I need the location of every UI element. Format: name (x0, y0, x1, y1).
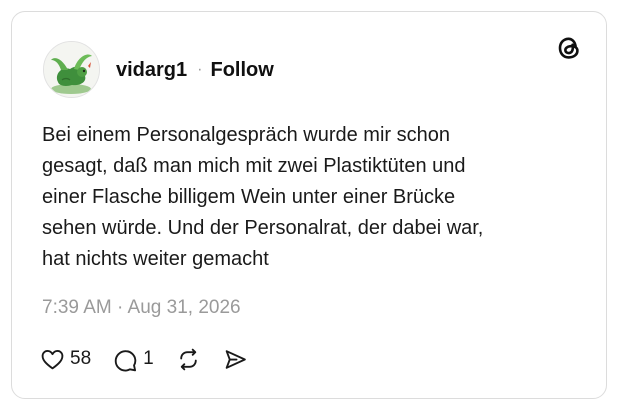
like-count: 58 (70, 348, 92, 369)
send-icon (225, 349, 246, 369)
reply-button[interactable]: 1 (113, 347, 154, 372)
post-text: Bei einem Personalgespräch wurde mir sch… (42, 124, 484, 270)
heart-icon (41, 349, 64, 369)
comment-bubble-icon (114, 349, 137, 371)
header-separator: · (197, 61, 203, 78)
threads-logo-icon[interactable] (555, 34, 583, 62)
share-button[interactable] (223, 347, 248, 372)
post-card: vidarg1 · Follow Bei einem Personalgespr… (11, 11, 607, 399)
like-button[interactable]: 58 (40, 347, 91, 372)
action-bar: 58 1 (40, 345, 270, 373)
dragon-avatar-icon (44, 42, 99, 97)
username[interactable]: vidarg1 (116, 58, 187, 82)
post-timestamp[interactable]: 7:39 AM · Aug 31, 2026 (42, 296, 241, 320)
follow-button[interactable]: Follow (210, 58, 273, 82)
reply-count: 1 (143, 348, 154, 369)
repost-button[interactable] (176, 347, 201, 372)
avatar[interactable] (43, 41, 100, 98)
post-header: vidarg1 · Follow (116, 58, 274, 82)
repost-icon (179, 348, 197, 370)
